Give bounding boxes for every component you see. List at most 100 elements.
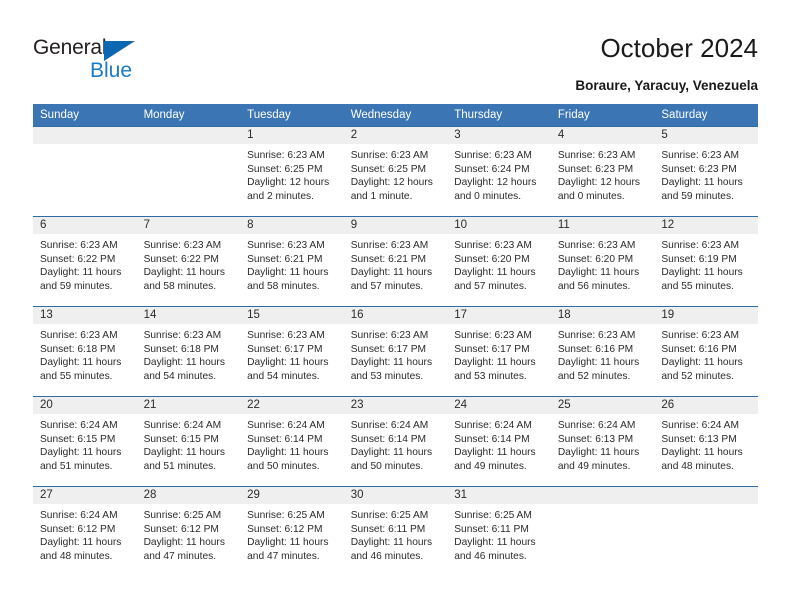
sun-info: Sunrise: 6:23 AM Sunset: 6:21 PM Daylight:… xyxy=(344,234,448,293)
daylight-duration-line2: and 53 minutes. xyxy=(350,370,424,382)
calendar-day-cell[interactable]: 30 Sunrise: 6:25 AM Sunset: 6:11 PM Dayligh… xyxy=(343,486,448,576)
sunset-time: Sunset: 6:11 PM xyxy=(350,523,426,535)
day-number: 18 xyxy=(550,307,655,324)
daylight-duration-line2: and 51 minutes. xyxy=(143,460,217,472)
day-number: 10 xyxy=(447,217,551,234)
calendar-day-cell[interactable]: 18 Sunrise: 6:23 AM Sunset: 6:16 PM Dayligh… xyxy=(550,306,655,396)
calendar-day-cell[interactable]: 31 Sunrise: 6:25 AM Sunset: 6:11 PM Dayligh… xyxy=(447,486,551,576)
sunset-time: Sunset: 6:14 PM xyxy=(454,433,530,445)
sun-info: Sunrise: 6:23 AM Sunset: 6:20 PM Daylight:… xyxy=(447,234,551,293)
day-number: 3 xyxy=(447,127,551,144)
daylight-duration-line1: Daylight: 11 hours xyxy=(40,357,122,369)
calendar-day-cell[interactable]: 7 Sunrise: 6:23 AM Sunset: 6:22 PM Daylight… xyxy=(136,216,241,306)
calendar-day-cell[interactable]: 15 Sunrise: 6:23 AM Sunset: 6:17 PM Dayligh… xyxy=(240,306,344,396)
calendar-day-cell[interactable] xyxy=(550,486,655,576)
daylight-duration-line2: and 0 minutes. xyxy=(557,190,625,202)
sunset-time: Sunset: 6:11 PM xyxy=(454,523,529,535)
sunset-time: Sunset: 6:13 PM xyxy=(661,433,737,445)
sun-info: Sunrise: 6:25 AM Sunset: 6:12 PM Daylight:… xyxy=(137,504,241,563)
day-number: 23 xyxy=(343,397,448,414)
calendar-day-cell[interactable]: 1 Sunrise: 6:23 AM Sunset: 6:25 PM Daylight… xyxy=(240,126,344,216)
day-cell-content: 11 Sunrise: 6:23 AM Sunset: 6:20 PM Dayligh… xyxy=(550,216,655,306)
calendar-day-cell[interactable]: 13 Sunrise: 6:23 AM Sunset: 6:18 PM Dayligh… xyxy=(33,306,137,396)
day-number: 8 xyxy=(240,217,344,234)
calendar-day-cell[interactable]: 27 Sunrise: 6:24 AM Sunset: 6:12 PM Dayligh… xyxy=(33,486,137,576)
calendar-day-cell[interactable]: 24 Sunrise: 6:24 AM Sunset: 6:14 PM Dayligh… xyxy=(447,396,551,486)
weekday-header-tuesday: Tuesday xyxy=(240,104,344,126)
calendar-day-cell[interactable]: 29 Sunrise: 6:25 AM Sunset: 6:12 PM Dayligh… xyxy=(240,486,344,576)
calendar-day-cell[interactable] xyxy=(136,126,241,216)
sunrise-time: Sunrise: 6:25 AM xyxy=(454,510,532,521)
day-number: 20 xyxy=(33,397,137,414)
calendar-day-cell[interactable]: 23 Sunrise: 6:24 AM Sunset: 6:14 PM Dayligh… xyxy=(343,396,448,486)
weekday-header-sunday: Sunday xyxy=(33,104,137,126)
calendar-day-cell[interactable]: 25 Sunrise: 6:24 AM Sunset: 6:13 PM Dayligh… xyxy=(550,396,655,486)
sunrise-time: Sunrise: 6:24 AM xyxy=(350,420,429,431)
sunset-time: Sunset: 6:20 PM xyxy=(454,253,530,265)
day-number: 29 xyxy=(240,487,344,504)
daylight-duration-line1: Daylight: 11 hours xyxy=(247,537,329,549)
daylight-duration-line2: and 59 minutes. xyxy=(40,280,113,292)
day-cell-content: 16 Sunrise: 6:23 AM Sunset: 6:17 PM Dayligh… xyxy=(343,306,448,396)
day-cell-content: 12 Sunrise: 6:23 AM Sunset: 6:19 PM Dayligh… xyxy=(654,216,758,306)
sunset-time: Sunset: 6:25 PM xyxy=(247,163,323,175)
sunrise-time: Sunrise: 6:23 AM xyxy=(557,330,636,341)
day-number: 17 xyxy=(447,307,551,324)
day-cell-content: 1 Sunrise: 6:23 AM Sunset: 6:25 PM Daylight… xyxy=(240,126,344,216)
calendar-day-cell[interactable] xyxy=(654,486,758,576)
daylight-duration-line1: Daylight: 11 hours xyxy=(350,537,433,549)
day-number: 11 xyxy=(550,217,655,234)
sun-info: Sunrise: 6:23 AM Sunset: 6:17 PM Daylight:… xyxy=(344,324,448,383)
sunset-time: Sunset: 6:21 PM xyxy=(350,253,427,265)
calendar-day-cell[interactable]: 20 Sunrise: 6:24 AM Sunset: 6:15 PM Dayligh… xyxy=(33,396,137,486)
daylight-duration-line1: Daylight: 12 hours xyxy=(247,177,330,189)
calendar-day-cell[interactable]: 17 Sunrise: 6:23 AM Sunset: 6:17 PM Dayligh… xyxy=(447,306,551,396)
calendar-day-cell[interactable]: 22 Sunrise: 6:24 AM Sunset: 6:14 PM Dayligh… xyxy=(240,396,344,486)
generalblue-logo[interactable]: General Blue xyxy=(33,36,233,86)
calendar-day-cell[interactable]: 5 Sunrise: 6:23 AM Sunset: 6:23 PM Daylight… xyxy=(654,126,758,216)
daylight-duration-line2: and 1 minute. xyxy=(350,190,413,202)
calendar-day-cell[interactable]: 28 Sunrise: 6:25 AM Sunset: 6:12 PM Dayligh… xyxy=(136,486,241,576)
day-number: 27 xyxy=(33,487,137,504)
daylight-duration-line1: Daylight: 11 hours xyxy=(661,357,743,369)
daylight-duration-line2: and 50 minutes. xyxy=(247,460,320,472)
calendar-week-row: 13 Sunrise: 6:23 AM Sunset: 6:18 PM Dayligh… xyxy=(33,306,758,396)
calendar-day-cell[interactable]: 4 Sunrise: 6:23 AM Sunset: 6:23 PM Daylight… xyxy=(550,126,655,216)
daylight-duration-line2: and 57 minutes. xyxy=(350,280,424,292)
calendar-day-cell[interactable]: 16 Sunrise: 6:23 AM Sunset: 6:17 PM Dayligh… xyxy=(343,306,448,396)
daylight-duration-line1: Daylight: 11 hours xyxy=(350,447,433,459)
calendar-day-cell[interactable]: 21 Sunrise: 6:24 AM Sunset: 6:15 PM Dayligh… xyxy=(136,396,241,486)
day-number: 25 xyxy=(550,397,655,414)
sunset-time: Sunset: 6:23 PM xyxy=(557,163,634,175)
calendar-day-cell[interactable]: 19 Sunrise: 6:23 AM Sunset: 6:16 PM Dayligh… xyxy=(654,306,758,396)
sunrise-time: Sunrise: 6:23 AM xyxy=(247,240,325,251)
sunrise-time: Sunrise: 6:23 AM xyxy=(661,150,739,161)
sun-info: Sunrise: 6:23 AM Sunset: 6:17 PM Daylight:… xyxy=(447,324,551,383)
daylight-duration-line1: Daylight: 11 hours xyxy=(661,267,743,279)
daylight-duration-line2: and 58 minutes. xyxy=(247,280,320,292)
sunrise-time: Sunrise: 6:25 AM xyxy=(247,510,325,521)
day-number xyxy=(550,487,655,504)
sun-info: Sunrise: 6:25 AM Sunset: 6:12 PM Daylight:… xyxy=(240,504,344,563)
calendar-day-cell[interactable]: 26 Sunrise: 6:24 AM Sunset: 6:13 PM Dayligh… xyxy=(654,396,758,486)
daylight-duration-line1: Daylight: 11 hours xyxy=(454,267,536,279)
calendar-day-cell[interactable]: 11 Sunrise: 6:23 AM Sunset: 6:20 PM Dayligh… xyxy=(550,216,655,306)
day-cell-content: 25 Sunrise: 6:24 AM Sunset: 6:13 PM Dayligh… xyxy=(550,396,655,486)
sun-info: Sunrise: 6:25 AM Sunset: 6:11 PM Daylight:… xyxy=(447,504,551,563)
calendar-day-cell[interactable]: 9 Sunrise: 6:23 AM Sunset: 6:21 PM Daylight… xyxy=(343,216,448,306)
calendar-day-cell[interactable] xyxy=(33,126,137,216)
calendar-day-cell[interactable]: 6 Sunrise: 6:23 AM Sunset: 6:22 PM Daylight… xyxy=(33,216,137,306)
sunset-time: Sunset: 6:23 PM xyxy=(661,163,737,175)
weekday-header-friday: Friday xyxy=(550,104,655,126)
location-subtitle: Boraure, Yaracuy, Venezuela xyxy=(575,78,758,93)
sunrise-time: Sunrise: 6:23 AM xyxy=(557,240,636,251)
daylight-duration-line2: and 51 minutes. xyxy=(40,460,113,472)
calendar-day-cell[interactable]: 8 Sunrise: 6:23 AM Sunset: 6:21 PM Daylight… xyxy=(240,216,344,306)
calendar-day-cell[interactable]: 14 Sunrise: 6:23 AM Sunset: 6:18 PM Dayligh… xyxy=(136,306,241,396)
calendar-day-cell[interactable]: 2 Sunrise: 6:23 AM Sunset: 6:25 PM Daylight… xyxy=(343,126,448,216)
day-number: 2 xyxy=(343,127,448,144)
day-cell-empty xyxy=(654,486,758,576)
calendar-day-cell[interactable]: 12 Sunrise: 6:23 AM Sunset: 6:19 PM Dayligh… xyxy=(654,216,758,306)
calendar-day-cell[interactable]: 3 Sunrise: 6:23 AM Sunset: 6:24 PM Daylight… xyxy=(447,126,551,216)
calendar-day-cell[interactable]: 10 Sunrise: 6:23 AM Sunset: 6:20 PM Dayligh… xyxy=(447,216,551,306)
